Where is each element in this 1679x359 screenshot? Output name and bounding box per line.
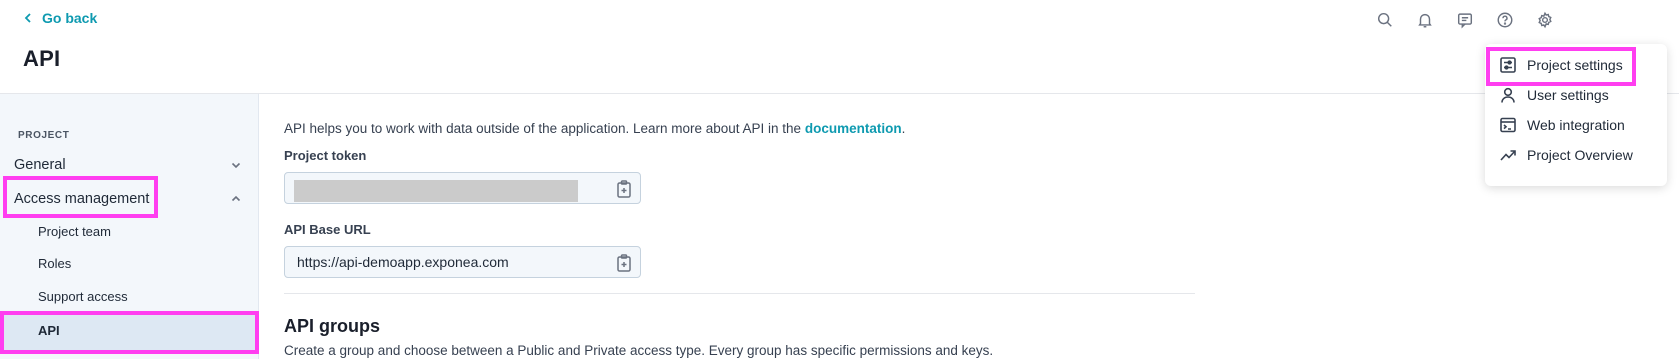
sidebar-sub-support-access[interactable]: Support access bbox=[38, 289, 128, 304]
sidebar-sub-project-team[interactable]: Project team bbox=[38, 224, 111, 239]
api-base-url-value: https://api-demoapp.exponea.com bbox=[297, 254, 509, 270]
sidebar-sub-roles[interactable]: Roles bbox=[38, 256, 71, 271]
api-groups-description: Create a group and choose between a Publ… bbox=[284, 343, 994, 358]
api-groups-title: API groups bbox=[284, 316, 381, 336]
project-token-label: Project token bbox=[284, 148, 367, 163]
menu-item-label: Project Overview bbox=[1527, 147, 1633, 163]
menu-item-user-settings[interactable]: User settings bbox=[1499, 86, 1609, 104]
sidebar-sub-api[interactable]: API bbox=[38, 323, 60, 338]
menu-item-project-settings[interactable]: Project settings bbox=[1499, 56, 1623, 74]
api-base-url-label: API Base URL bbox=[284, 222, 371, 237]
token-redaction bbox=[294, 180, 578, 202]
sidebar-item-label: General bbox=[14, 157, 66, 173]
documentation-link[interactable]: documentation bbox=[805, 121, 902, 136]
sidebar-item-access-management[interactable]: Access management bbox=[0, 189, 259, 209]
chevron-down-icon bbox=[231, 162, 241, 169]
menu-item-label: Web integration bbox=[1527, 117, 1625, 133]
copy-clipboard-icon[interactable] bbox=[616, 254, 632, 272]
section-divider bbox=[284, 293, 1195, 294]
menu-item-label: User settings bbox=[1527, 87, 1609, 103]
chevron-up-icon bbox=[231, 195, 241, 202]
trend-icon bbox=[1500, 150, 1516, 161]
chevron-left-icon bbox=[24, 13, 31, 23]
menu-item-label: Project settings bbox=[1527, 57, 1623, 73]
top-icons bbox=[1375, 10, 1555, 30]
menu-item-web-integration[interactable]: Web integration bbox=[1499, 116, 1625, 134]
settings-dropdown: Project settings User settings Web integ… bbox=[1485, 44, 1667, 186]
sidebar-item-general[interactable]: General bbox=[0, 155, 259, 175]
help-icon[interactable] bbox=[1495, 10, 1515, 30]
project-token-field[interactable] bbox=[284, 172, 641, 204]
user-icon bbox=[1501, 87, 1515, 103]
go-back-link[interactable]: Go back bbox=[22, 10, 97, 26]
menu-item-project-overview[interactable]: Project Overview bbox=[1499, 146, 1633, 164]
top-bar: Go back API bbox=[0, 0, 1679, 94]
page-title: API bbox=[23, 46, 61, 71]
copy-clipboard-icon[interactable] bbox=[616, 180, 632, 198]
intro-body: API helps you to work with data outside … bbox=[284, 121, 805, 136]
terminal-icon bbox=[1500, 117, 1516, 133]
search-icon[interactable] bbox=[1375, 10, 1395, 30]
api-base-url-field[interactable]: https://api-demoapp.exponea.com bbox=[284, 246, 641, 278]
go-back-label: Go back bbox=[42, 10, 98, 26]
chat-icon[interactable] bbox=[1455, 10, 1475, 30]
intro-text: API helps you to work with data outside … bbox=[284, 121, 905, 136]
intro-end: . bbox=[901, 121, 906, 136]
sliders-icon bbox=[1500, 57, 1516, 73]
sidebar-item-label: Access management bbox=[14, 191, 150, 207]
sidebar-heading: PROJECT bbox=[18, 130, 70, 141]
bell-icon[interactable] bbox=[1415, 10, 1435, 30]
gear-icon[interactable] bbox=[1535, 10, 1555, 30]
